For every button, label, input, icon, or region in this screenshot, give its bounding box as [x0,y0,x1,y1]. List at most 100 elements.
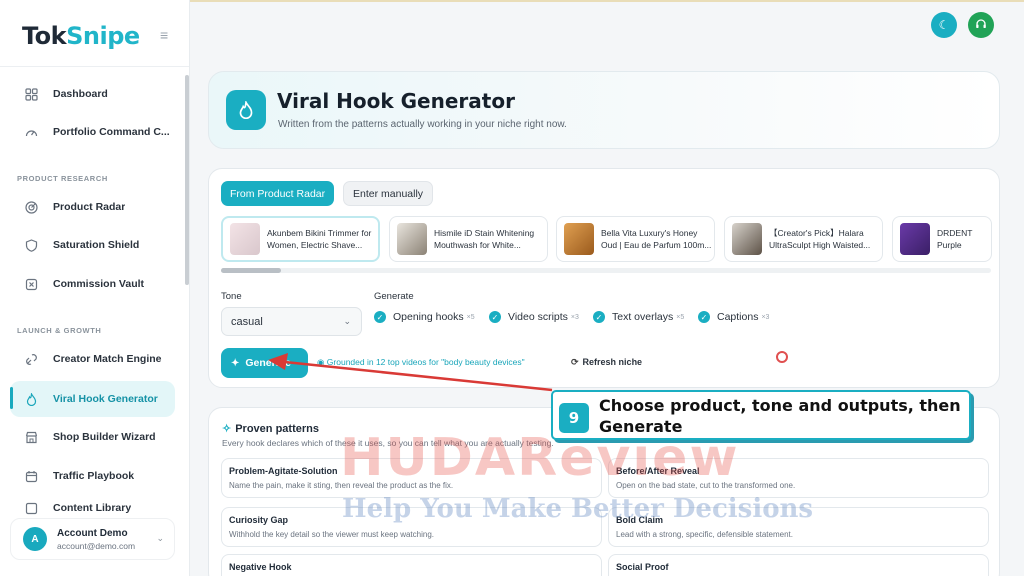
tone-label: Tone [221,291,242,302]
product-card[interactable]: Bella Vita Luxury's Honey Oud | Eau de P… [556,216,715,262]
gauge-icon [23,124,39,140]
pattern-name: Problem-Agitate-Solution [229,466,338,476]
vault-icon [23,276,39,292]
product-image [732,223,762,255]
generator-panel: From Product Radar Enter manually Akunbe… [208,168,1000,388]
checkbox-label: Text overlays [612,311,674,323]
tone-value: casual [231,315,263,328]
generate-label: Generate [374,291,414,302]
refresh-niche-button[interactable]: ⟳ Refresh niche [571,357,642,368]
product-image [230,223,260,255]
theme-toggle-button[interactable]: ☾ [931,12,957,38]
checkbox-opening-hooks[interactable]: ✓ Opening hooks ×5 [374,311,475,323]
check-icon: ✓ [489,311,501,323]
pattern-text: Lead with a strong, specific, defensible… [616,530,793,539]
page-subtitle: Written from the patterns actually worki… [278,119,567,130]
product-scroll-thumb[interactable] [221,268,281,273]
library-icon [23,500,39,516]
checkbox-captions[interactable]: ✓ Captions ×3 [698,311,769,323]
grounded-note: ◉ Grounded in 12 top videos for "body be… [317,357,525,368]
sidebar-item-content-library[interactable]: Content Library [10,498,175,518]
sidebar-item-label: Shop Builder Wizard [53,431,156,443]
product-card[interactable]: Akunbem Bikini Trimmer for Women, Electr… [221,216,380,262]
sidebar-item-creator-match[interactable]: Creator Match Engine [10,342,175,376]
watermark-tagline: Help You Make Better Decisions [342,494,814,524]
sidebar-item-viral-hook-generator[interactable]: Viral Hook Generator [10,381,175,417]
sidebar-item-dashboard[interactable]: Dashboard [10,77,175,111]
logo[interactable]: TokSnipe [22,22,140,50]
section-label-research: PRODUCT RESEARCH [17,174,108,183]
product-card[interactable]: DRDENT Purple Whitening Str... [892,216,992,262]
radar-icon [23,199,39,215]
sidebar-item-commission-vault[interactable]: Commission Vault [10,267,175,301]
tab-from-product-radar[interactable]: From Product Radar [221,181,335,206]
product-scroll-track[interactable] [221,268,991,273]
page-title: Viral Hook Generator [277,89,515,113]
sidebar-item-saturation-shield[interactable]: Saturation Shield [10,228,175,262]
account-menu[interactable]: A Account Demo account@demo.com ⌄ [10,518,175,560]
pattern-card[interactable]: Social Proof [608,554,989,576]
product-title: 【Creator's Pick】Halara UltraSculpt High … [769,228,871,250]
store-icon [23,429,39,445]
checkbox-text-overlays[interactable]: ✓ Text overlays ×5 [593,311,684,323]
active-indicator [10,387,13,409]
shield-icon [23,237,39,253]
sidebar-item-label: Product Radar [53,201,126,213]
product-image [564,223,594,255]
sidebar-item-product-radar[interactable]: Product Radar [10,190,175,224]
support-button[interactable] [968,12,994,38]
menu-toggle-icon[interactable]: ≡ [160,27,168,43]
headset-icon [975,18,987,33]
sidebar: TokSnipe ≡ Dashboard Portfolio Command C… [0,0,190,576]
sidebar-item-label: Viral Hook Generator [53,393,158,405]
generate-button-label: Generate [245,357,291,369]
product-card[interactable]: 【Creator's Pick】Halara UltraSculpt High … [724,216,883,262]
check-icon: ✓ [593,311,605,323]
output-count: ×3 [761,313,770,321]
checkbox-label: Video scripts [508,311,568,323]
refresh-label: Refresh niche [582,357,643,367]
sidebar-item-label: Portfolio Command C... [53,126,170,138]
sidebar-item-shop-builder[interactable]: Shop Builder Wizard [10,420,175,454]
patterns-title: ✧ Proven patterns [222,422,319,435]
divider [0,66,189,67]
sidebar-item-label: Traffic Playbook [53,470,135,482]
product-card[interactable]: Hismile iD Stain Whitening Mouthwash for… [389,216,548,262]
checkbox-label: Captions [717,311,759,323]
pattern-card[interactable]: Negative Hook [221,554,602,576]
calendar-icon [23,468,39,484]
section-label-launch: LAUNCH & GROWTH [17,326,102,335]
avatar: A [23,527,47,551]
pattern-name: Social Proof [616,562,669,572]
sidebar-item-label: Content Library [53,502,132,514]
grid-icon [23,86,39,102]
flame-icon [226,90,266,130]
link-icon [23,351,39,367]
sidebar-item-portfolio[interactable]: Portfolio Command C... [10,115,175,149]
tone-select[interactable]: casual ⌄ [221,307,362,336]
sparkle-icon: ✧ [222,423,232,435]
generate-button[interactable]: ✦ Generate [221,348,308,378]
sidebar-scrollbar[interactable] [185,75,189,285]
output-count: ×5 [466,313,475,321]
product-title: DRDENT Purple Whitening Str... [937,228,973,250]
sidebar-item-label: Dashboard [53,88,108,100]
logo-text-part1: Tok [22,22,67,50]
account-name: Account Demo [57,527,128,539]
eye-icon: ◉ [317,357,325,367]
page-header: Viral Hook Generator Written from the pa… [208,71,1000,149]
sidebar-item-traffic-playbook[interactable]: Traffic Playbook [10,459,175,493]
product-title: Akunbem Bikini Trimmer for Women, Electr… [267,228,372,250]
sidebar-item-label: Creator Match Engine [53,353,162,365]
logo-text-part2: Snipe [66,22,140,50]
callout-text: Choose product, tone and outputs, then G… [599,396,961,436]
grounded-text: Grounded in 12 top videos for "body beau… [326,357,525,367]
check-icon: ✓ [698,311,710,323]
patterns-title-text: Proven patterns [235,423,319,435]
tab-enter-manually[interactable]: Enter manually [343,181,434,206]
check-icon: ✓ [374,311,386,323]
moon-icon: ☾ [938,18,950,32]
account-email: account@demo.com [57,540,136,551]
output-count: ×5 [676,313,685,321]
checkbox-video-scripts[interactable]: ✓ Video scripts ×3 [489,311,579,323]
